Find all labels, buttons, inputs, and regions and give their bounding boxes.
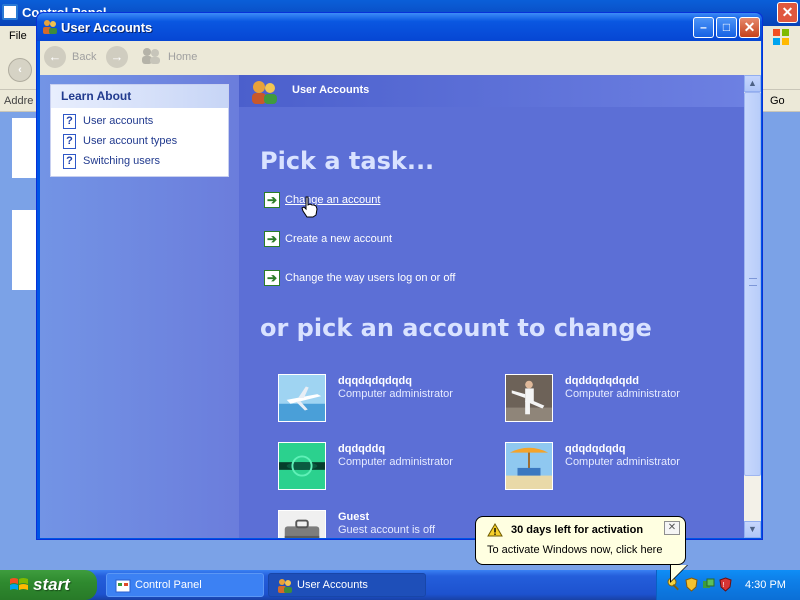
balloon-close-button[interactable]: ✕: [664, 521, 680, 535]
account-role: Computer administrator: [338, 388, 453, 400]
account-tile[interactable]: qdqdqdqdq Computer administrator: [505, 442, 715, 492]
account-tile[interactable]: dqqdqdqdqdq Computer administrator: [278, 374, 488, 424]
user-accounts-icon: [252, 81, 277, 104]
grip-icon: [749, 278, 757, 286]
balloon-text[interactable]: To activate Windows now, click here: [487, 544, 662, 556]
task-label: Create a new account: [285, 233, 393, 245]
account-name: Guest: [338, 511, 370, 523]
learn-about-title: Learn About: [51, 85, 228, 108]
balloon-title: 30 days left for activation: [511, 524, 644, 536]
antivirus-icon[interactable]: !: [718, 577, 733, 592]
clock[interactable]: 4:30 PM: [745, 579, 786, 591]
maximize-button[interactable]: □: [716, 17, 737, 38]
account-role: Computer administrator: [338, 456, 453, 468]
taskbar-button-control-panel[interactable]: Control Panel: [106, 573, 264, 597]
close-button[interactable]: ✕: [739, 17, 760, 38]
window-titlebar[interactable]: User Accounts – □ ✕: [37, 13, 762, 41]
task-label: Change an account: [285, 194, 381, 206]
scroll-down-icon[interactable]: ▼: [744, 521, 761, 538]
go-button[interactable]: Go: [764, 91, 800, 111]
start-label: start: [33, 575, 70, 594]
pick-account-heading: or pick an account to change: [260, 314, 652, 342]
account-role: Guest account is off: [338, 524, 436, 536]
start-button[interactable]: start: [0, 570, 97, 600]
account-tile[interactable]: dqddqdqdqdd Computer administrator: [505, 374, 715, 424]
taskbar-button-label: User Accounts: [297, 579, 368, 591]
activation-balloon[interactable]: 30 days left for activation ✕ To activat…: [475, 516, 686, 565]
learn-item-label: Switching users: [83, 155, 161, 167]
main-panel: User Accounts Pick a task... ➔ Change an…: [239, 75, 744, 538]
airplane-picture: [278, 374, 326, 422]
address-label: Addre: [4, 95, 34, 107]
account-tile[interactable]: Guest Guest account is off: [278, 510, 488, 538]
user-accounts-icon: [278, 579, 292, 593]
account-tile[interactable]: dqdqddq Computer administrator: [278, 442, 488, 492]
user-accounts-window: User Accounts – □ ✕ ← Back → Home Learn …: [36, 12, 763, 540]
karate-picture: [505, 374, 553, 422]
control-panel-icon: [2, 4, 18, 20]
svg-text:!: !: [723, 582, 725, 589]
minimize-button[interactable]: –: [693, 17, 714, 38]
control-panel-icon: [115, 579, 131, 593]
learn-about-panel: Learn About ? User accounts ? User accou…: [50, 84, 229, 177]
account-role: Computer administrator: [565, 388, 680, 400]
control-panel-close-button[interactable]: ✕: [777, 2, 798, 23]
suitcase-picture: [278, 510, 326, 538]
beach-chair-picture: [505, 442, 553, 490]
user-accounts-icon: [43, 20, 57, 34]
account-name: dqqdqdqdqdq: [338, 375, 412, 387]
back-label: Back: [72, 51, 97, 63]
green-arrow-icon: ➔: [264, 192, 280, 208]
help-icon: ?: [63, 134, 76, 149]
account-name: qdqdqdqdq: [565, 443, 626, 455]
account-name: dqddqdqdqdd: [565, 375, 639, 387]
back-arrow-icon: ←: [44, 46, 66, 68]
help-icon: ?: [63, 154, 76, 169]
sidebar: Learn About ? User accounts ? User accou…: [40, 75, 239, 538]
menu-file[interactable]: File: [9, 30, 27, 42]
taskbar-button-user-accounts[interactable]: User Accounts: [268, 573, 426, 597]
windows-logo-icon: [773, 29, 789, 45]
window-body: Learn About ? User accounts ? User accou…: [40, 75, 761, 538]
vertical-scrollbar[interactable]: ▲ ▼: [744, 75, 761, 538]
scroll-thumb[interactable]: [744, 92, 761, 476]
window-title: User Accounts: [61, 20, 153, 35]
forward-arrow-icon: →: [106, 46, 128, 68]
pick-task-heading: Pick a task...: [260, 147, 435, 175]
back-arrow-icon[interactable]: ‹: [8, 58, 32, 82]
network-icon[interactable]: [701, 577, 716, 592]
taskbar-button-label: Control Panel: [135, 579, 202, 591]
home-icon: [142, 48, 160, 64]
main-header-title: User Accounts: [292, 84, 370, 96]
home-label: Home: [168, 51, 198, 63]
balloon-tail: [671, 565, 687, 581]
warning-icon: [487, 523, 503, 537]
green-fish-picture: [278, 442, 326, 490]
green-arrow-icon: ➔: [264, 270, 280, 286]
task-label: Change the way users log on or off: [285, 272, 456, 284]
main-header: User Accounts: [239, 75, 744, 107]
scroll-up-icon[interactable]: ▲: [744, 75, 761, 92]
windows-logo-icon: [10, 578, 28, 590]
learn-item-label: User accounts: [83, 115, 154, 127]
help-icon: ?: [63, 114, 76, 129]
green-arrow-icon: ➔: [264, 231, 280, 247]
hand-cursor-icon: [301, 196, 318, 218]
account-role: Computer administrator: [565, 456, 680, 468]
navigation-toolbar: ← Back → Home: [40, 41, 761, 75]
account-name: dqdqddq: [338, 443, 386, 455]
learn-item-label: User account types: [83, 135, 178, 147]
